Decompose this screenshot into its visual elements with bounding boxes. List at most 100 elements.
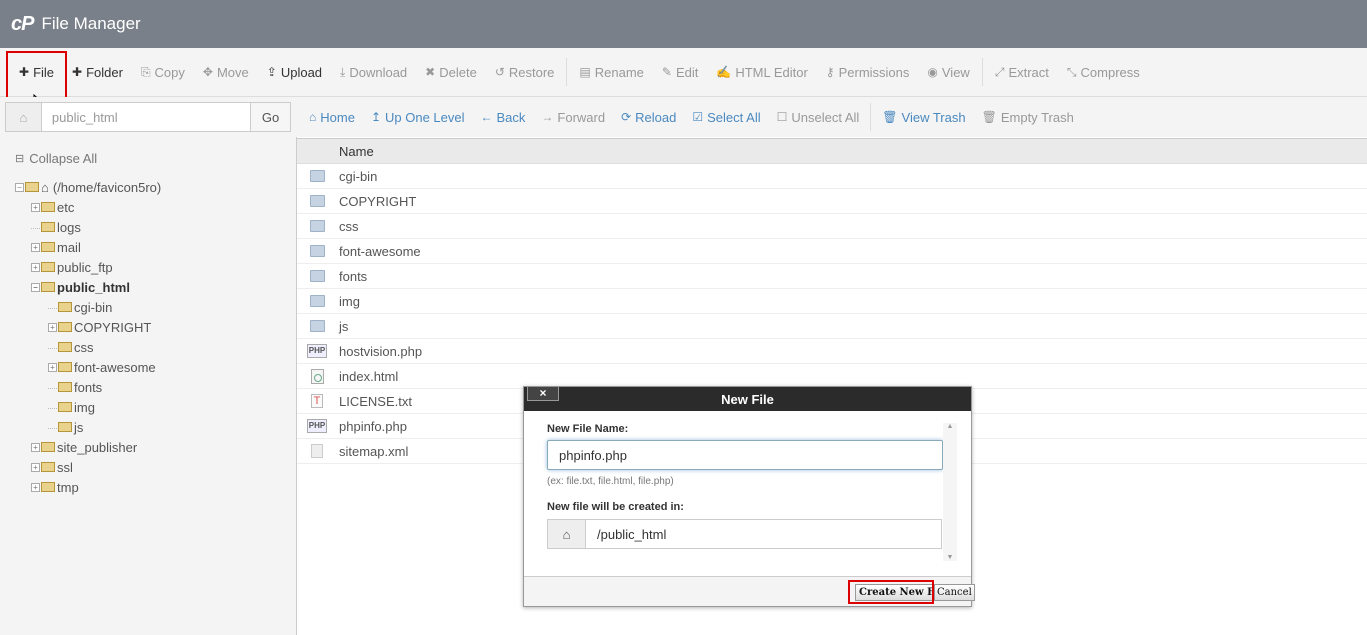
- copy-button[interactable]: ⎘ Copy: [132, 57, 194, 87]
- tree-item-label: css: [74, 339, 94, 355]
- restore-button[interactable]: ↺ Restore: [486, 57, 564, 87]
- delete-button[interactable]: ✖ Delete: [416, 57, 486, 87]
- up-one-level-button[interactable]: ↥ Up One Level: [363, 110, 473, 125]
- tree-item[interactable]: logs: [31, 217, 81, 237]
- tree-item-label: logs: [57, 219, 81, 235]
- tree-expander-icon[interactable]: +: [31, 202, 40, 212]
- select-all-button[interactable]: ☑ Select All: [684, 110, 768, 125]
- eye-icon: ◉: [927, 65, 938, 79]
- folder-icon: [58, 362, 72, 372]
- scroll-down-icon[interactable]: ▼: [943, 554, 957, 561]
- compress-button[interactable]: ⤡ Compress: [1058, 57, 1149, 87]
- tree-item-label: public_html: [57, 279, 130, 295]
- view-trash-button[interactable]: 🗑 View Trash: [874, 110, 973, 125]
- tree-expander-icon[interactable]: −: [31, 282, 40, 292]
- extract-button[interactable]: ⤢ Extract: [986, 57, 1058, 87]
- new-file-name-input[interactable]: [547, 440, 943, 470]
- tree-expander-icon[interactable]: −: [15, 182, 24, 192]
- tree-item-label: js: [74, 419, 84, 435]
- file-row[interactable]: js: [297, 314, 1367, 339]
- html-editor-button[interactable]: ✍ HTML Editor: [707, 57, 816, 87]
- up-one-level-label: Up One Level: [385, 109, 465, 125]
- home-icon: ⌂: [548, 520, 586, 548]
- cancel-button[interactable]: Cancel: [934, 584, 975, 601]
- reload-button[interactable]: ⟳ Reload: [613, 110, 684, 125]
- pencil-icon: ✎: [661, 65, 672, 79]
- reload-icon: ⟳: [621, 110, 632, 124]
- empty-trash-button[interactable]: 🗑 Empty Trash: [974, 110, 1082, 125]
- tree-item[interactable]: js: [48, 417, 83, 437]
- tree-item[interactable]: fonts: [48, 377, 102, 397]
- file-name: LICENSE.txt: [339, 393, 412, 409]
- new-file-name-label: New File Name:: [547, 423, 629, 435]
- upload-label: Upload: [280, 64, 323, 80]
- html-editor-icon: ✍: [716, 65, 732, 79]
- tree-expander-icon: [48, 427, 57, 429]
- permissions-label: Permissions: [838, 64, 910, 80]
- tree-root[interactable]: − ⌂ (/home/favicon5ro): [15, 177, 161, 197]
- tree-item[interactable]: + tmp: [31, 477, 79, 497]
- tree-item[interactable]: img: [48, 397, 95, 417]
- toolbar-divider: [566, 58, 568, 86]
- folder-icon: [58, 302, 72, 312]
- cpanel-logo[interactable]: cP: [11, 13, 34, 36]
- file-row[interactable]: font-awesome: [297, 239, 1367, 264]
- page-title: File Manager: [41, 14, 141, 33]
- arrow-up-icon: ↥: [370, 110, 381, 124]
- file-row[interactable]: PHP hostvision.php: [297, 339, 1367, 364]
- tree-expander-icon[interactable]: +: [48, 322, 57, 332]
- tree-item-label: cgi-bin: [74, 299, 113, 315]
- tree-item[interactable]: + font-awesome: [48, 357, 156, 377]
- tree-item[interactable]: + public_ftp: [31, 257, 113, 277]
- trash-icon: 🗑: [981, 110, 997, 124]
- tree-item[interactable]: + mail: [31, 237, 81, 257]
- file-row[interactable]: img: [297, 289, 1367, 314]
- file-row[interactable]: COPYRIGHT: [297, 189, 1367, 214]
- tree-expander-icon[interactable]: +: [31, 462, 40, 472]
- scroll-up-icon[interactable]: ▲: [943, 423, 957, 430]
- back-button[interactable]: ← Back: [473, 110, 534, 125]
- file-name-hint: (ex: file.txt, file.html, file.php): [547, 476, 674, 487]
- file-row[interactable]: fonts: [297, 264, 1367, 289]
- edit-button[interactable]: ✎ Edit: [653, 57, 707, 87]
- tree-item[interactable]: css: [48, 337, 94, 357]
- path-input[interactable]: [41, 102, 252, 132]
- folder-button[interactable]: ✚ Folder: [63, 57, 132, 87]
- unselect-all-button[interactable]: ☐ Unselect All: [769, 110, 868, 125]
- tree-expander-icon[interactable]: +: [31, 242, 40, 252]
- move-button[interactable]: ✥ Move: [194, 57, 258, 87]
- tree-item[interactable]: cgi-bin: [48, 297, 112, 317]
- dialog-scrollbar[interactable]: ▲ ▼: [943, 423, 957, 561]
- column-name-header[interactable]: Name: [297, 144, 374, 159]
- folder-file-icon: [309, 169, 325, 183]
- tree-item[interactable]: + site_publisher: [31, 437, 137, 457]
- permissions-button[interactable]: ⚷ Permissions: [817, 57, 919, 87]
- tree-item[interactable]: − public_html: [31, 277, 130, 297]
- tree-item[interactable]: + etc: [31, 197, 74, 217]
- file-row[interactable]: css: [297, 214, 1367, 239]
- home-button[interactable]: ⌂ Home: [301, 110, 363, 125]
- tree-expander-icon[interactable]: +: [31, 262, 40, 272]
- file-button[interactable]: ✚ File: [10, 57, 63, 87]
- rename-button[interactable]: ▤ Rename: [570, 57, 652, 87]
- view-button[interactable]: ◉ View: [918, 57, 978, 87]
- tree-item[interactable]: + COPYRIGHT: [48, 317, 151, 337]
- tree-expander-icon: [48, 387, 57, 389]
- toolbar: ✚ File ✚ Folder ⎘ Copy ✥ Move ⇪ Upload ⤓ Download ✖ D…: [0, 48, 1367, 97]
- tree-expander-icon[interactable]: +: [31, 442, 40, 452]
- tree-item-label: mail: [57, 239, 81, 255]
- collapse-all-button[interactable]: ⊟ Collapse All: [15, 151, 97, 166]
- close-icon[interactable]: ×: [527, 387, 559, 401]
- upload-button[interactable]: ⇪ Upload: [258, 57, 331, 87]
- tree-expander-icon[interactable]: +: [31, 482, 40, 492]
- tree-expander-icon[interactable]: +: [48, 362, 57, 372]
- tree-item[interactable]: + ssl: [31, 457, 73, 477]
- path-go-button[interactable]: Go: [251, 102, 291, 132]
- folder-icon: [58, 342, 72, 352]
- html-file-icon: [309, 368, 325, 384]
- tree-item-label: img: [74, 399, 95, 415]
- download-button[interactable]: ⤓ Download: [331, 57, 416, 87]
- path-home-icon[interactable]: ⌂: [5, 102, 42, 132]
- file-row[interactable]: cgi-bin: [297, 164, 1367, 189]
- forward-button[interactable]: → Forward: [533, 110, 613, 125]
